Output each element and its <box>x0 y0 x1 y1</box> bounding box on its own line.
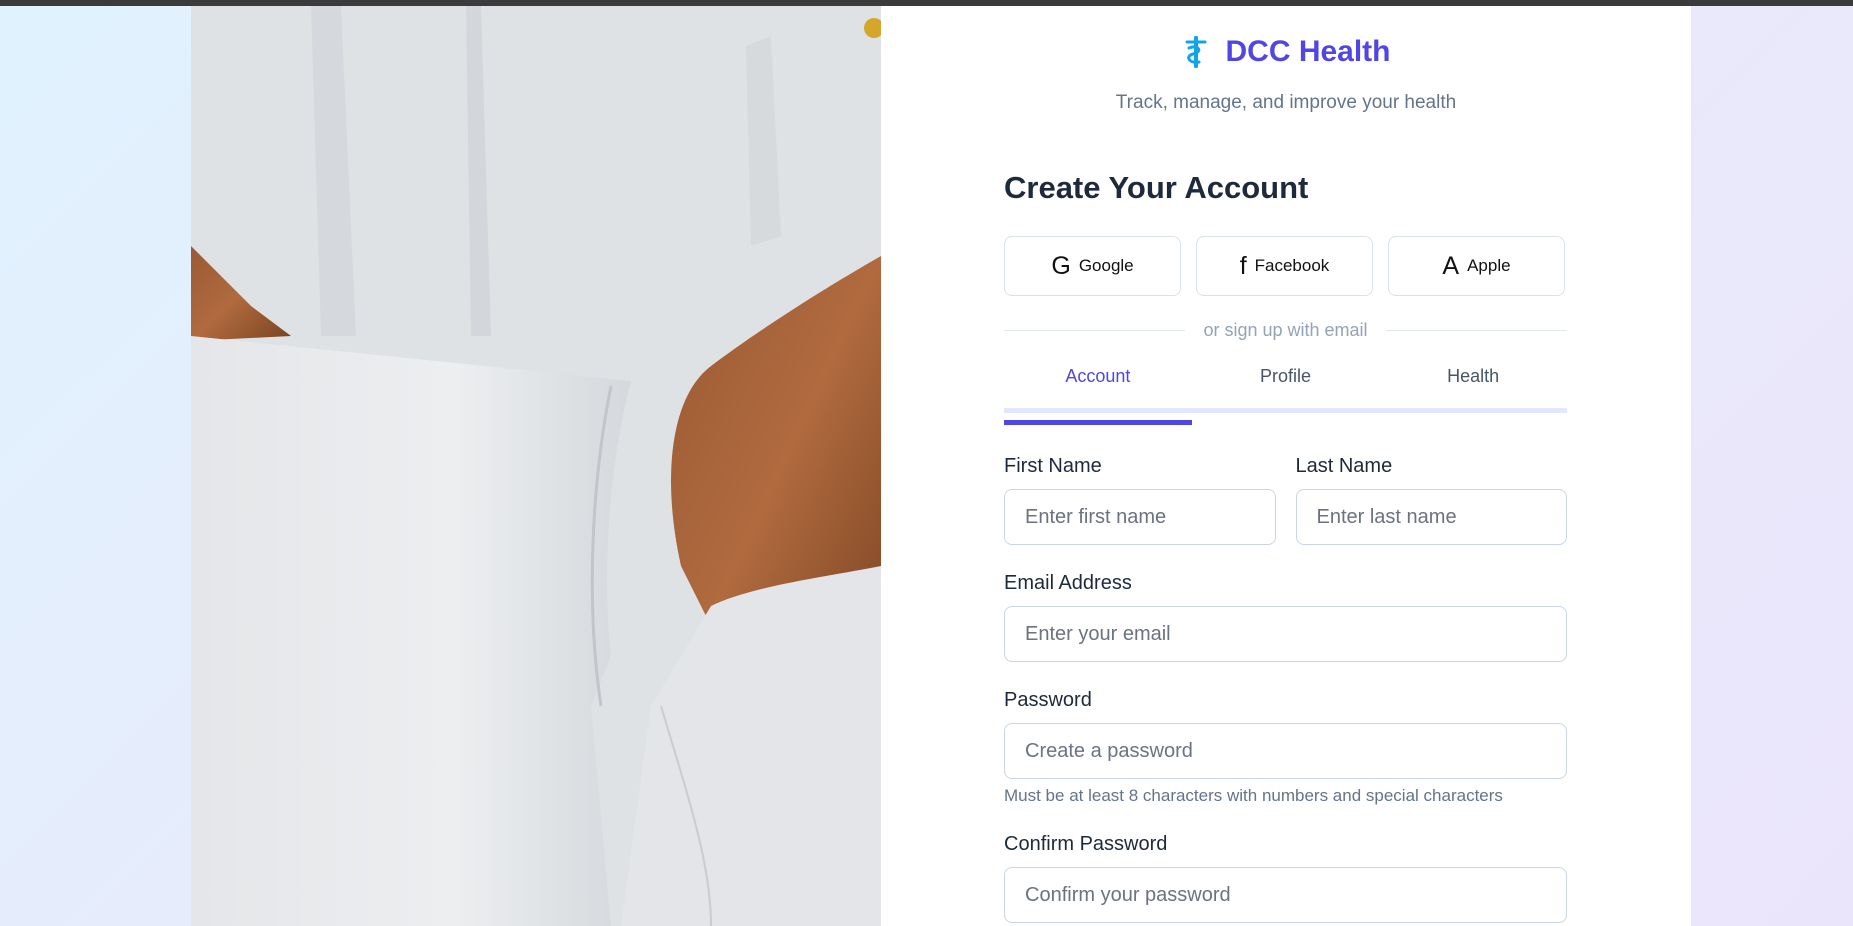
tagline: Track, manage, and improve your health <box>1115 92 1457 113</box>
facebook-label: Facebook <box>1254 256 1330 275</box>
confirm-password-field: Confirm Password <box>1004 831 1567 923</box>
email-divider: or sign up with email <box>1004 318 1568 342</box>
signup-step-tabs: Account Profile Health <box>1004 356 1567 425</box>
last-name-input[interactable] <box>1295 489 1567 545</box>
google-signup-button[interactable]: G Google <box>1004 236 1181 296</box>
divider-line-right <box>1385 329 1568 331</box>
divider-text: or sign up with email <box>1203 319 1368 340</box>
tab-profile[interactable]: Profile <box>1192 356 1380 408</box>
first-name-label: First Name <box>1004 455 1102 477</box>
password-input[interactable] <box>1004 723 1567 779</box>
facebook-signup-button[interactable]: f Facebook <box>1196 236 1373 296</box>
signup-card: DCC Health Track, manage, and improve yo… <box>191 6 1691 926</box>
social-signup-row: G Google f Facebook A Apple <box>1004 236 1567 296</box>
signup-form: Create Your Account G Google f Facebook … <box>1004 158 1568 923</box>
last-name-field: Last Name <box>1295 453 1567 545</box>
password-hint: Must be at least 8 characters with numbe… <box>1004 786 1503 805</box>
password-field: Password Must be at least 8 characters w… <box>1004 687 1567 806</box>
page-title: Create Your Account <box>1004 170 1309 205</box>
facebook-icon: f <box>1239 251 1247 280</box>
brand-name: DCC Health <box>1225 35 1391 68</box>
email-label: Email Address <box>1004 572 1132 594</box>
hero-photo-doctor <box>191 6 881 926</box>
form-panel: DCC Health Track, manage, and improve yo… <box>881 6 1691 926</box>
tab-account[interactable]: Account <box>1004 356 1192 425</box>
confirm-password-input[interactable] <box>1004 867 1567 923</box>
caduceus-icon <box>1185 36 1207 68</box>
apple-signup-button[interactable]: A Apple <box>1388 236 1565 296</box>
name-row: First Name Last Name <box>1004 453 1567 545</box>
tab-health[interactable]: Health <box>1379 356 1567 408</box>
first-name-field: First Name <box>1004 453 1276 545</box>
password-label: Password <box>1004 689 1092 711</box>
apple-icon: A <box>1442 251 1460 280</box>
google-icon: G <box>1051 251 1071 280</box>
confirm-password-label: Confirm Password <box>1004 833 1168 855</box>
divider-line-left <box>1004 329 1186 331</box>
last-name-label: Last Name <box>1295 455 1393 477</box>
email-input[interactable] <box>1004 606 1567 662</box>
first-name-input[interactable] <box>1004 489 1276 545</box>
google-label: Google <box>1078 256 1134 275</box>
email-field: Email Address <box>1004 570 1567 662</box>
doctor-illustration <box>191 6 881 926</box>
apple-label: Apple <box>1467 256 1511 275</box>
brand: DCC Health <box>881 34 1691 70</box>
